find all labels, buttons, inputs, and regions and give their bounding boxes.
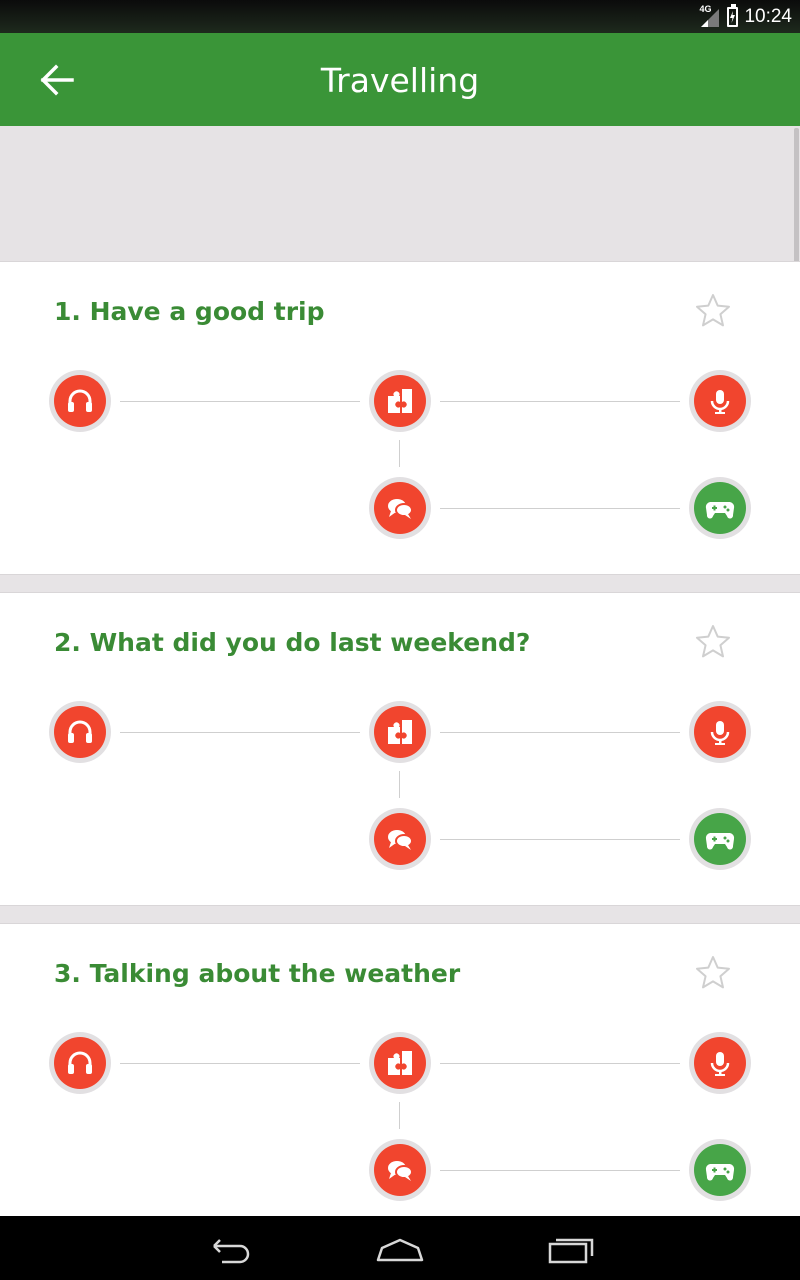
page-title: Travelling (320, 61, 480, 100)
connector-line (399, 771, 400, 798)
gamepad-icon (705, 833, 735, 850)
connector-line (120, 1063, 360, 1064)
puzzle-icon (388, 389, 412, 413)
headphones-icon (68, 389, 92, 412)
puzzle-icon (388, 720, 412, 744)
vocabulary-puzzle-button[interactable] (369, 370, 431, 432)
conversation-activity-button[interactable] (369, 477, 431, 539)
nav-home-icon (376, 1238, 424, 1262)
conversation-activity-button[interactable] (369, 1139, 431, 1201)
connector-line (440, 401, 680, 402)
favorite-star-icon[interactable] (694, 292, 732, 330)
connector-line (440, 1170, 680, 1171)
connector-line (440, 508, 680, 509)
speaking-activity-button[interactable] (689, 701, 751, 763)
vocabulary-puzzle-button[interactable] (369, 1032, 431, 1094)
connector-line (399, 440, 400, 467)
nav-recents-button[interactable] (540, 1230, 600, 1268)
nav-home-button[interactable] (370, 1230, 430, 1268)
gamepad-icon (705, 502, 735, 519)
favorite-star-icon[interactable] (694, 623, 732, 661)
connector-line (440, 839, 680, 840)
speaking-activity-button[interactable] (689, 1032, 751, 1094)
chat-bubbles-icon (388, 830, 413, 850)
game-activity-button[interactable] (689, 477, 751, 539)
game-activity-button[interactable] (689, 808, 751, 870)
conversation-activity-button[interactable] (369, 808, 431, 870)
lesson-card[interactable]: 1. Have a good trip (0, 261, 800, 575)
connector-line (440, 1063, 680, 1064)
system-navigation-bar (0, 1216, 800, 1280)
lesson-title: 3. Talking about the weather (54, 959, 461, 988)
nav-back-button[interactable] (200, 1230, 260, 1268)
microphone-icon (710, 1052, 730, 1076)
vocabulary-puzzle-button[interactable] (369, 701, 431, 763)
lesson-title: 1. Have a good trip (54, 297, 325, 326)
favorite-star-icon[interactable] (694, 954, 732, 992)
app-bar: Travelling (0, 33, 800, 126)
clock: 10:24 (744, 6, 792, 27)
status-bar: 4G 10:24 (0, 0, 800, 33)
chat-bubbles-icon (388, 1161, 413, 1181)
connector-line (120, 401, 360, 402)
banner-area (0, 126, 800, 262)
connector-line (440, 732, 680, 733)
chat-bubbles-icon (388, 499, 413, 519)
speaking-activity-button[interactable] (689, 370, 751, 432)
listening-activity-button[interactable] (49, 1032, 111, 1094)
signal-icon: 4G (699, 4, 721, 27)
listening-activity-button[interactable] (49, 370, 111, 432)
microphone-icon (710, 721, 730, 745)
connector-line (120, 732, 360, 733)
connector-line (399, 1102, 400, 1129)
nav-back-icon (213, 1239, 250, 1264)
headphones-icon (68, 720, 92, 743)
lesson-card[interactable]: 3. Talking about the weather (0, 923, 800, 1223)
game-activity-button[interactable] (689, 1139, 751, 1201)
microphone-icon (710, 390, 730, 414)
gamepad-icon (705, 1164, 735, 1181)
listening-activity-button[interactable] (49, 701, 111, 763)
battery-icon (727, 4, 739, 27)
lesson-title: 2. What did you do last weekend? (54, 628, 531, 657)
nav-recents-icon (548, 1238, 594, 1264)
puzzle-icon (388, 1051, 412, 1075)
lesson-card[interactable]: 2. What did you do last weekend? (0, 592, 800, 906)
headphones-icon (68, 1051, 92, 1074)
network-type: 4G (699, 4, 712, 14)
